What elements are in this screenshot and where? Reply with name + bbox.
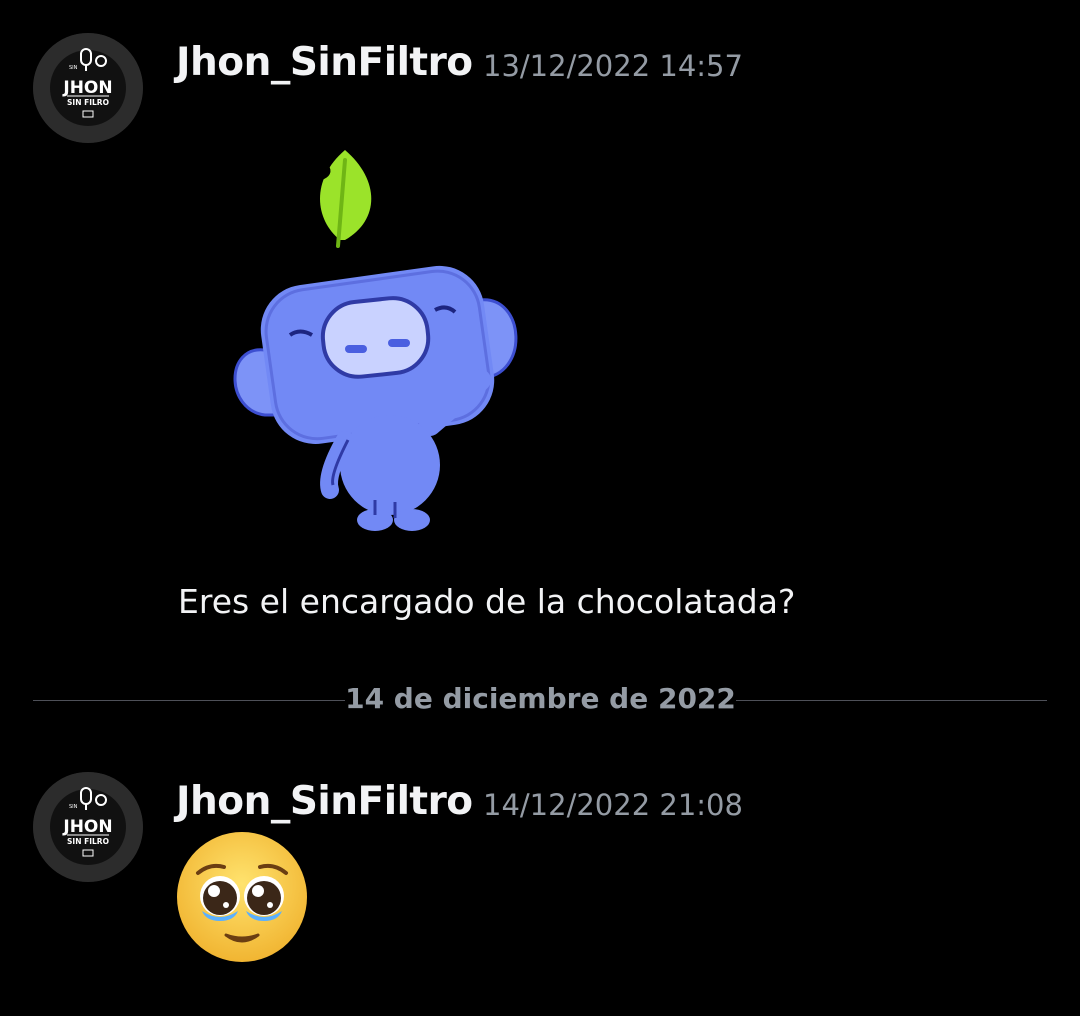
user-avatar[interactable]: SIN JHON SIN FILRO <box>33 772 143 882</box>
pleading-face-emoji[interactable] <box>176 831 308 963</box>
svg-text:JHON: JHON <box>62 78 112 98</box>
message-text: Eres el encargado de la chocolatada? <box>178 582 796 621</box>
user-avatar[interactable]: SIN JHON SIN FILRO <box>33 33 143 143</box>
timestamp: 14/12/2022 21:08 <box>483 788 743 822</box>
divider-line-right <box>736 700 1047 701</box>
divider-date: 14 de diciembre de 2022 <box>345 682 736 715</box>
timestamp: 13/12/2022 14:57 <box>483 49 743 83</box>
svg-text:SIN: SIN <box>69 65 78 71</box>
username[interactable]: Jhon_SinFiltro <box>176 779 473 824</box>
jhon-sinfiltro-logo-icon: SIN JHON SIN FILRO <box>33 33 143 143</box>
svg-text:SIN: SIN <box>69 804 78 810</box>
wumpus-waving-sticker[interactable] <box>220 140 540 540</box>
svg-text:SIN FILRO: SIN FILRO <box>67 837 109 846</box>
pleading-face-icon <box>177 832 307 962</box>
divider-line-left <box>33 700 345 701</box>
message-1: SIN JHON SIN FILRO Jhon_SinFiltro 13/12/… <box>0 0 1080 660</box>
wumpus-icon <box>233 150 518 531</box>
jhon-sinfiltro-logo-icon: SIN JHON SIN FILRO <box>33 772 143 882</box>
username[interactable]: Jhon_SinFiltro <box>176 40 473 85</box>
svg-text:JHON: JHON <box>62 817 112 837</box>
svg-text:SIN FILRO: SIN FILRO <box>67 98 109 107</box>
